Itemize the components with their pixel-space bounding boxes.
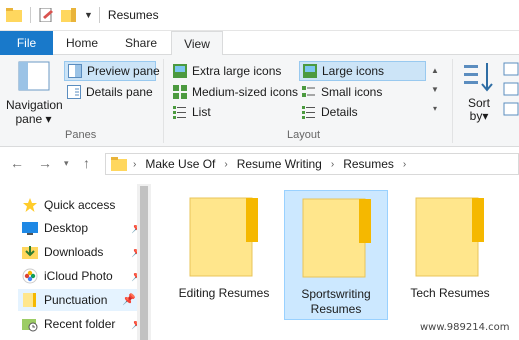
details-pane-label: Details pane bbox=[86, 85, 153, 99]
layout-group-label: Layout bbox=[287, 129, 321, 141]
folder-icon bbox=[189, 197, 258, 277]
properties-icon[interactable] bbox=[39, 8, 55, 22]
pin-icon[interactable]: 📌 bbox=[122, 293, 136, 306]
medium-icons-label: Medium-sized icons bbox=[192, 85, 299, 99]
file-explorer-window: ▼ Resumes File Home Share View Navigatio… bbox=[0, 0, 519, 340]
group-divider bbox=[163, 59, 164, 143]
nav-item-recent-folders[interactable]: Recent folder 📌 bbox=[22, 313, 147, 335]
layout-large-icons[interactable]: Large icons bbox=[299, 61, 426, 81]
folder-icon bbox=[6, 8, 22, 22]
preview-pane-button[interactable]: Preview pane bbox=[64, 61, 160, 81]
large-icons-icon bbox=[303, 64, 317, 78]
up-icon[interactable]: ↑ bbox=[83, 155, 90, 171]
customize-toolbar-icon[interactable]: ▼ bbox=[84, 10, 93, 20]
medium-icons-icon bbox=[173, 85, 187, 99]
panes-group-label: Panes bbox=[65, 129, 97, 141]
folder-name: Sportswriting Resumes bbox=[301, 287, 371, 316]
breadcrumb-separator[interactable]: › bbox=[331, 159, 334, 170]
folder-tile[interactable]: Tech Resumes bbox=[398, 190, 502, 320]
list-label: List bbox=[192, 105, 211, 119]
layout-scroll[interactable]: ▲ ▼ ▾ bbox=[428, 61, 442, 121]
address-bar[interactable]: › Make Use Of › Resume Writing › Resumes… bbox=[105, 153, 519, 175]
divider bbox=[30, 7, 31, 23]
watermark-text: www.989214.com bbox=[420, 322, 510, 333]
layout-extra-large-icons[interactable]: Extra large icons bbox=[170, 61, 298, 81]
forward-icon[interactable]: → bbox=[38, 155, 52, 171]
navigation-pane-icon bbox=[18, 61, 49, 91]
details-pane-button[interactable]: Details pane bbox=[64, 82, 156, 102]
group-divider bbox=[452, 59, 453, 143]
nav-scrollbar-thumb[interactable] bbox=[140, 186, 148, 340]
breadcrumb-separator[interactable]: › bbox=[133, 159, 136, 170]
nav-item-desktop[interactable]: Desktop 📌 bbox=[22, 217, 147, 239]
tab-file[interactable]: File bbox=[0, 31, 53, 55]
breadcrumb-resumes[interactable]: Resumes bbox=[343, 157, 394, 171]
sort-by-icon[interactable] bbox=[462, 61, 494, 93]
layout-list[interactable]: List bbox=[170, 102, 298, 122]
small-icons-icon bbox=[302, 86, 315, 97]
nav-item-label: Quick access bbox=[44, 198, 116, 212]
title-bar: ▼ Resumes bbox=[0, 0, 519, 31]
nav-item-downloads[interactable]: Downloads 📌 bbox=[22, 241, 147, 263]
ribbon-view-panel: Navigation pane ▾ Preview pane Details p… bbox=[0, 55, 519, 147]
folder-name: Tech Resumes bbox=[410, 286, 490, 300]
back-icon[interactable]: ← bbox=[10, 155, 24, 171]
nav-item-label: Downloads bbox=[44, 245, 104, 259]
folder-icon bbox=[302, 198, 371, 278]
window-title: Resumes bbox=[107, 8, 159, 22]
preview-pane-icon bbox=[68, 64, 82, 78]
folder-icon bbox=[111, 157, 127, 171]
recent-locations-icon[interactable]: ▾ bbox=[64, 158, 69, 169]
tab-share[interactable]: Share bbox=[111, 31, 171, 55]
folder-tile-selected[interactable]: Sportswriting Resumes bbox=[284, 190, 388, 320]
extra-large-icons-label: Extra large icons bbox=[192, 64, 282, 78]
details-label: Details bbox=[321, 105, 358, 119]
divider bbox=[98, 7, 100, 23]
extra-large-icons-icon bbox=[173, 64, 187, 78]
list-icon bbox=[173, 106, 186, 119]
small-icons-label: Small icons bbox=[321, 85, 383, 99]
nav-item-quick-access[interactable]: Quick access bbox=[22, 194, 147, 216]
downloads-icon bbox=[22, 246, 38, 259]
breadcrumb-resume-writing[interactable]: Resume Writing bbox=[237, 157, 322, 171]
details-pane-icon bbox=[67, 85, 81, 99]
navigation-pane-label: Navigation pane ▾ bbox=[6, 98, 63, 126]
layout-details[interactable]: Details bbox=[299, 102, 426, 122]
folder-icon bbox=[415, 197, 484, 277]
large-icons-label: Large icons bbox=[322, 64, 385, 78]
breadcrumb-separator[interactable]: › bbox=[224, 159, 227, 170]
nav-item-punctuation[interactable]: Punctuation 📌 bbox=[18, 289, 138, 311]
new-folder-icon[interactable] bbox=[61, 8, 77, 22]
recent-folders-icon bbox=[22, 319, 38, 332]
sort-by-label[interactable]: Sort by▾ bbox=[466, 97, 492, 123]
layout-medium-icons[interactable]: Medium-sized icons bbox=[170, 82, 298, 102]
nav-item-label: Recent folder bbox=[44, 317, 116, 331]
folder-name: Editing Resumes bbox=[178, 286, 270, 300]
star-icon bbox=[23, 198, 37, 212]
ribbon-tabs: File Home Share View bbox=[0, 31, 519, 56]
breadcrumb-make-use-of[interactable]: Make Use Of bbox=[145, 157, 215, 171]
folder-icon bbox=[23, 293, 36, 307]
desktop-icon bbox=[22, 222, 38, 235]
navigation-pane-button[interactable]: Navigation pane ▾ bbox=[6, 61, 63, 126]
tab-view[interactable]: View bbox=[171, 31, 223, 56]
folder-tile[interactable]: Editing Resumes bbox=[172, 190, 276, 320]
details-icon bbox=[302, 106, 315, 119]
breadcrumb-separator[interactable]: › bbox=[403, 159, 406, 170]
icloud-photos-icon bbox=[22, 268, 38, 284]
layout-small-icons[interactable]: Small icons bbox=[299, 82, 426, 102]
group-by-icon[interactable] bbox=[502, 61, 519, 117]
nav-item-label: iCloud Photo bbox=[44, 269, 113, 283]
nav-item-label: Punctuation bbox=[44, 293, 108, 307]
tab-home[interactable]: Home bbox=[53, 31, 111, 55]
nav-item-icloud-photo[interactable]: iCloud Photo 📌 bbox=[22, 265, 147, 287]
nav-item-label: Desktop bbox=[44, 221, 89, 235]
preview-pane-label: Preview pane bbox=[87, 64, 160, 78]
